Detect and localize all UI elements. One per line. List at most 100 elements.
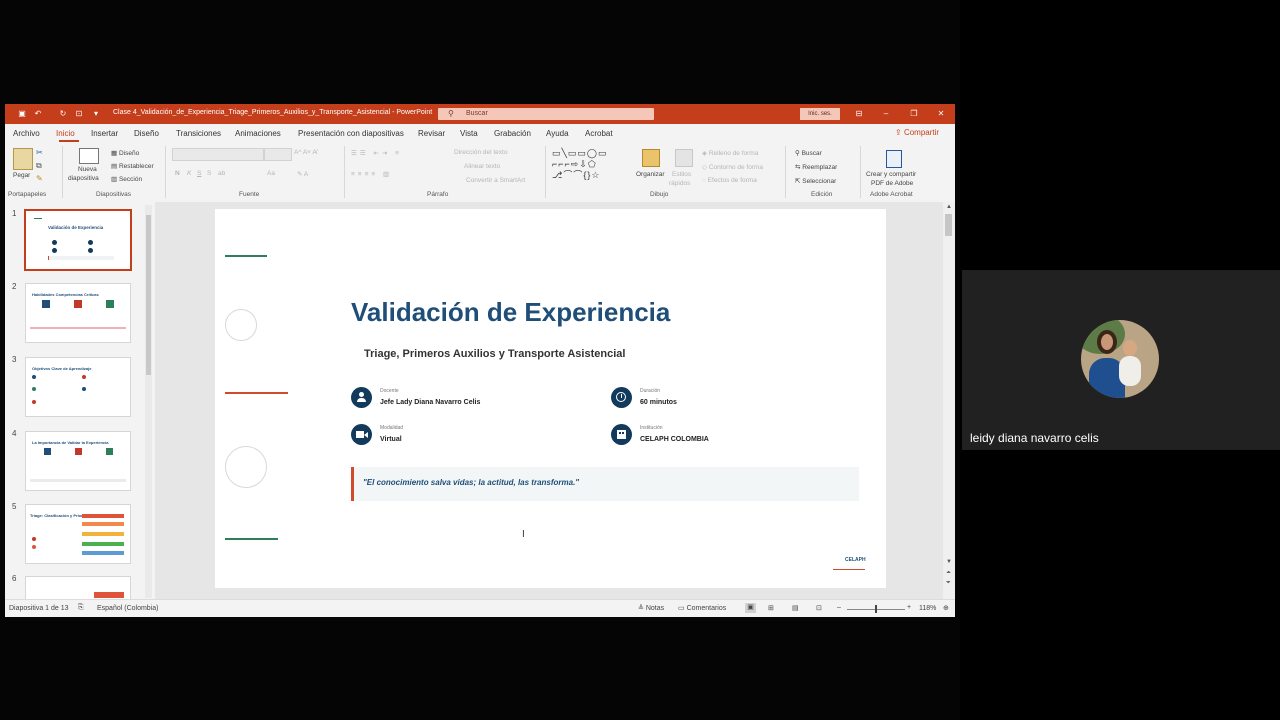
previous-slide-icon[interactable]: ⏶ [946, 570, 951, 577]
thumb-scrollbar[interactable] [145, 205, 152, 598]
slide-thumbnail[interactable]: Objetivos Clave de Aprendizaje [25, 357, 131, 417]
layout-button[interactable]: ▦ Diseño [111, 149, 139, 157]
slide-counter: Diapositiva 1 de 13 [9, 605, 69, 612]
minimize-button[interactable]: – [879, 108, 893, 120]
align-text-button[interactable]: Alinear texto [464, 163, 500, 170]
grow-font-icon[interactable]: A^ A˅ A̸ [294, 149, 317, 156]
create-pdf-icon[interactable] [886, 150, 902, 168]
slideshow-icon[interactable]: ⊡ [816, 604, 822, 612]
fit-to-window-icon[interactable]: ⊕ [943, 604, 949, 612]
tab-animaciones[interactable]: Animaciones [235, 129, 281, 138]
copy-icon[interactable]: ⧉ [36, 161, 42, 171]
highlight-icon[interactable]: ✎ A [297, 170, 308, 178]
comments-button[interactable]: ▭ Comentarios [678, 604, 726, 612]
thumb-number: 5 [12, 502, 17, 511]
new-slide-label-1[interactable]: Nueva [78, 166, 97, 173]
section-button[interactable]: ▥ Sección [111, 175, 142, 183]
quick-styles-icon[interactable] [675, 149, 693, 167]
underline-button[interactable]: S [197, 170, 201, 177]
search-box[interactable]: ⚲ Buscar [438, 108, 654, 120]
quote-box[interactable]: "El conocimiento salva vidas; la actitud… [351, 467, 859, 501]
scroll-up-icon[interactable]: ▲ [946, 204, 952, 210]
vertical-scrollbar[interactable]: ▲ ▼ ⏶ ⏷ [943, 202, 955, 599]
section-label: Sección [118, 176, 143, 183]
sign-in-button[interactable]: Inic. ses. [800, 108, 840, 120]
scroll-thumb[interactable] [945, 214, 952, 236]
tab-inicio[interactable]: Inicio [56, 129, 75, 138]
tab-insertar[interactable]: Insertar [91, 129, 118, 138]
slide-title[interactable]: Validación de Experiencia [351, 297, 670, 328]
arrange-icon[interactable] [642, 149, 660, 167]
customize-qat-icon[interactable]: ▾ [91, 109, 101, 119]
spellcheck-icon[interactable]: ⎘ [78, 604, 84, 612]
shape-outline-button[interactable]: ◇ Contorno de forma [702, 163, 763, 171]
slide-canvas[interactable]: Validación de Experiencia Triage, Primer… [215, 209, 886, 588]
tab-transiciones[interactable]: Transiciones [176, 129, 221, 138]
replace-button[interactable]: ⇆ Reemplazar [795, 163, 837, 171]
ribbon-display-icon[interactable]: ⊟ [852, 108, 866, 120]
shape-fill-button[interactable]: ◈ Relleno de forma [702, 149, 758, 157]
create-pdf-label-1[interactable]: Crear y compartir [866, 171, 916, 178]
shapes-gallery[interactable]: ▭╲▭▭◯▭ ⌐⌐⌐⇨⇩⬠ ⎇⌒⌒{}☆ [552, 148, 624, 184]
format-painter-icon[interactable]: ✎ [36, 174, 43, 183]
select-button[interactable]: ⇱ Seleccionar [795, 177, 836, 185]
slide-subtitle[interactable]: Triage, Primeros Auxilios y Transporte A… [364, 348, 625, 360]
new-slide-label-2[interactable]: diapositiva [68, 175, 99, 182]
zoom-in-icon[interactable]: + [907, 604, 911, 611]
present-icon[interactable]: ⊡ [74, 109, 84, 119]
share-button[interactable]: ⇪ Compartir [895, 128, 939, 137]
italic-button[interactable]: K [187, 170, 191, 177]
list-icons[interactable]: ☰☰ ⇤⇥ ≡ [351, 149, 402, 157]
zoom-out-icon[interactable]: – [837, 604, 841, 611]
paste-label[interactable]: Pegar [13, 172, 30, 179]
slide-sorter-icon[interactable]: ⊞ [768, 604, 774, 612]
close-button[interactable]: ✕ [934, 108, 948, 120]
shadow-button[interactable]: ab [218, 170, 225, 177]
tab-archivo[interactable]: Archivo [13, 129, 40, 138]
scroll-down-icon[interactable]: ▼ [946, 559, 952, 565]
slide-thumbnail[interactable] [25, 576, 131, 600]
language-indicator[interactable]: Español (Colombia) [97, 605, 158, 612]
undo-icon[interactable]: ↶ [33, 109, 43, 119]
tab-acrobat[interactable]: Acrobat [585, 129, 613, 138]
next-slide-icon[interactable]: ⏷ [946, 580, 951, 587]
paste-icon[interactable] [13, 148, 33, 170]
strikethrough-button[interactable]: S [207, 170, 211, 177]
find-button[interactable]: ⚲ Buscar [795, 149, 822, 157]
font-name-dropdown[interactable] [172, 148, 264, 161]
reading-view-icon[interactable]: ▤ [792, 604, 799, 612]
tab-grabacion[interactable]: Grabación [494, 129, 531, 138]
quick-styles-label-2[interactable]: rápidos [669, 180, 690, 187]
text-direction-button[interactable]: Dirección del texto [454, 149, 507, 156]
tab-revisar[interactable]: Revisar [418, 129, 445, 138]
arrange-label[interactable]: Organizar [636, 171, 665, 178]
tab-ayuda[interactable]: Ayuda [546, 129, 569, 138]
participant-video-tile[interactable]: leidy diana navarro celis [962, 270, 1280, 450]
slide-thumbnail[interactable]: Habilidades Competencias Críticas [25, 283, 131, 343]
align-icons[interactable]: ≡≡≡≡ ▥ [351, 170, 392, 178]
save-icon[interactable]: ▣ [17, 109, 27, 119]
zoom-level[interactable]: 118% [919, 605, 936, 612]
slide-thumbnail[interactable]: Validación de Experiencia [24, 209, 132, 271]
normal-view-icon[interactable]: ▣ [745, 603, 756, 613]
cut-icon[interactable]: ✂ [36, 148, 43, 157]
tab-presentacion[interactable]: Presentación con diapositivas [298, 129, 404, 138]
slide-thumbnail[interactable]: Triage: Clasificación y Priorización [25, 504, 131, 564]
slide-thumbnail[interactable]: La Importancia de Validar la Experiencia [25, 431, 131, 491]
font-size-dropdown[interactable] [264, 148, 292, 161]
new-slide-icon[interactable] [79, 148, 99, 164]
change-case-button[interactable]: Aa [267, 170, 275, 177]
notes-button[interactable]: ≜ Notas [638, 604, 664, 612]
reset-button[interactable]: ▤ Restablecer [111, 162, 154, 170]
tab-vista[interactable]: Vista [460, 129, 478, 138]
thumb-scroll-thumb[interactable] [146, 215, 151, 375]
create-pdf-label-2[interactable]: PDF de Adobe [871, 180, 913, 187]
zoom-slider-handle[interactable] [875, 605, 877, 613]
quick-styles-label-1[interactable]: Estilos [672, 171, 691, 178]
smartart-button[interactable]: Convertir a SmartArt [466, 177, 525, 184]
tab-diseno[interactable]: Diseño [134, 129, 159, 138]
shape-effects-button[interactable]: ◌ Efectos de forma [702, 177, 757, 184]
restore-button[interactable]: ❐ [907, 108, 921, 120]
redo-icon[interactable]: ↻ [58, 109, 68, 119]
bold-button[interactable]: N [175, 170, 180, 177]
